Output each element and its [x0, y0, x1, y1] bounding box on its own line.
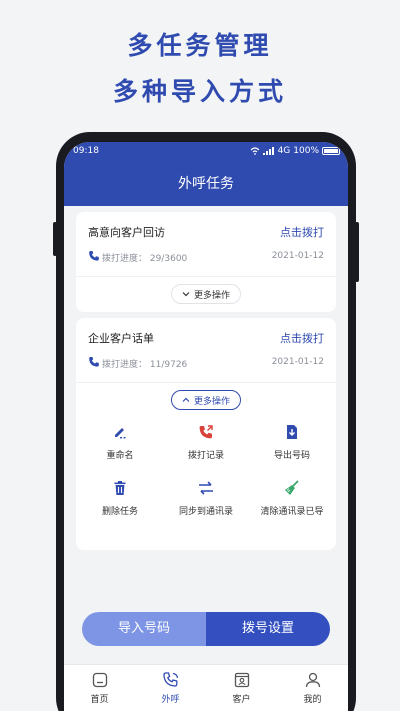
rename-action[interactable]: 重命名: [76, 424, 164, 461]
progress-label: 拨打进度：: [102, 360, 148, 370]
more-actions-button[interactable]: 更多操作: [170, 284, 242, 304]
dial-settings-button[interactable]: 拨号设置: [206, 612, 330, 646]
broom-icon: [285, 480, 299, 495]
home-icon: [92, 672, 107, 688]
status-bar: 09:18 4G 100%: [64, 142, 348, 162]
more-actions-button[interactable]: 更多操作: [170, 390, 242, 410]
status-time: 09:18: [73, 146, 99, 156]
network-type: 4G: [277, 146, 291, 156]
tab-home[interactable]: 首页: [64, 671, 135, 705]
more-actions-label: 更多操作: [193, 396, 231, 407]
progress-text: 拨打进度： 29/3600: [102, 251, 187, 264]
action-label: 导出号码: [273, 451, 310, 461]
tab-customers[interactable]: 客户: [206, 671, 277, 705]
progress-label: 拨打进度：: [102, 254, 148, 264]
nav-title: 外呼任务: [64, 162, 348, 206]
user-icon: [305, 672, 320, 688]
card-divider: [76, 382, 336, 383]
chevron-down-icon: [182, 292, 190, 297]
progress-value: 11/9726: [149, 360, 188, 370]
phone-progress-icon: [89, 251, 99, 261]
battery-percent: 100%: [293, 146, 319, 156]
sync-contacts-action[interactable]: 同步到通讯录: [162, 480, 250, 517]
action-label: 删除任务: [101, 507, 138, 517]
call-log-icon: [199, 425, 213, 439]
volume-button: [53, 222, 57, 256]
contacts-icon: [234, 672, 249, 688]
import-numbers-button[interactable]: 导入号码: [82, 612, 206, 646]
card-divider: [76, 276, 336, 277]
task-card: 高意向客户回访 点击拨打 拨打进度： 29/3600 2021-01-12 更多…: [76, 212, 336, 312]
edit-icon: [115, 428, 126, 439]
task-date: 2021-01-12: [271, 357, 324, 367]
status-right: 4G 100%: [250, 146, 340, 156]
tab-profile[interactable]: 我的: [277, 671, 348, 705]
action-label: 清除通讯录已导: [260, 507, 324, 517]
progress-value: 29/3600: [149, 254, 188, 264]
clear-imported-action[interactable]: 清除通讯录已导: [248, 480, 336, 517]
wifi-icon: [250, 147, 259, 155]
export-icon: [287, 425, 297, 439]
tab-label: 客户: [232, 695, 251, 705]
task-card: 企业客户话单 点击拨打 拨打进度： 11/9726 2021-01-12 更多操…: [76, 318, 336, 550]
tab-outbound[interactable]: 外呼: [135, 671, 206, 705]
more-actions-label: 更多操作: [193, 290, 231, 301]
action-label: 拨打记录: [187, 451, 224, 461]
call-log-action[interactable]: 拨打记录: [162, 424, 250, 461]
dial-button[interactable]: 点击拨打: [280, 330, 324, 346]
tab-label: 我的: [303, 695, 322, 705]
phone-icon: [162, 672, 178, 687]
phone-frame: 09:18 4G 100% 外呼任务 高意向客户回访 点击拨打 拨打进度： 29…: [53, 132, 359, 711]
battery-icon: [322, 147, 340, 155]
task-date: 2021-01-12: [271, 251, 324, 261]
action-label: 同步到通讯录: [178, 507, 233, 517]
trash-icon: [114, 481, 126, 495]
phone-progress-icon: [89, 357, 99, 367]
task-title: 高意向客户回访: [88, 226, 165, 239]
headline-line-1: 多任务管理: [127, 31, 273, 60]
power-button: [355, 222, 359, 282]
export-action[interactable]: 导出号码: [248, 424, 336, 461]
signal-icon: [262, 147, 274, 155]
action-label: 重命名: [106, 451, 134, 461]
phone-screen: 09:18 4G 100% 外呼任务 高意向客户回访 点击拨打 拨打进度： 29…: [64, 142, 348, 711]
task-title: 企业客户话单: [88, 332, 154, 345]
sync-icon: [199, 481, 213, 495]
chevron-up-icon: [182, 397, 190, 402]
tab-bar: 首页 外呼 客户 我的: [64, 664, 348, 711]
progress-text: 拨打进度： 11/9726: [102, 357, 187, 370]
tab-label: 首页: [90, 695, 109, 705]
dial-button[interactable]: 点击拨打: [280, 224, 324, 240]
tab-label: 外呼: [161, 695, 180, 705]
headline-line-2: 多种导入方式: [112, 77, 287, 106]
delete-action[interactable]: 删除任务: [76, 480, 164, 517]
